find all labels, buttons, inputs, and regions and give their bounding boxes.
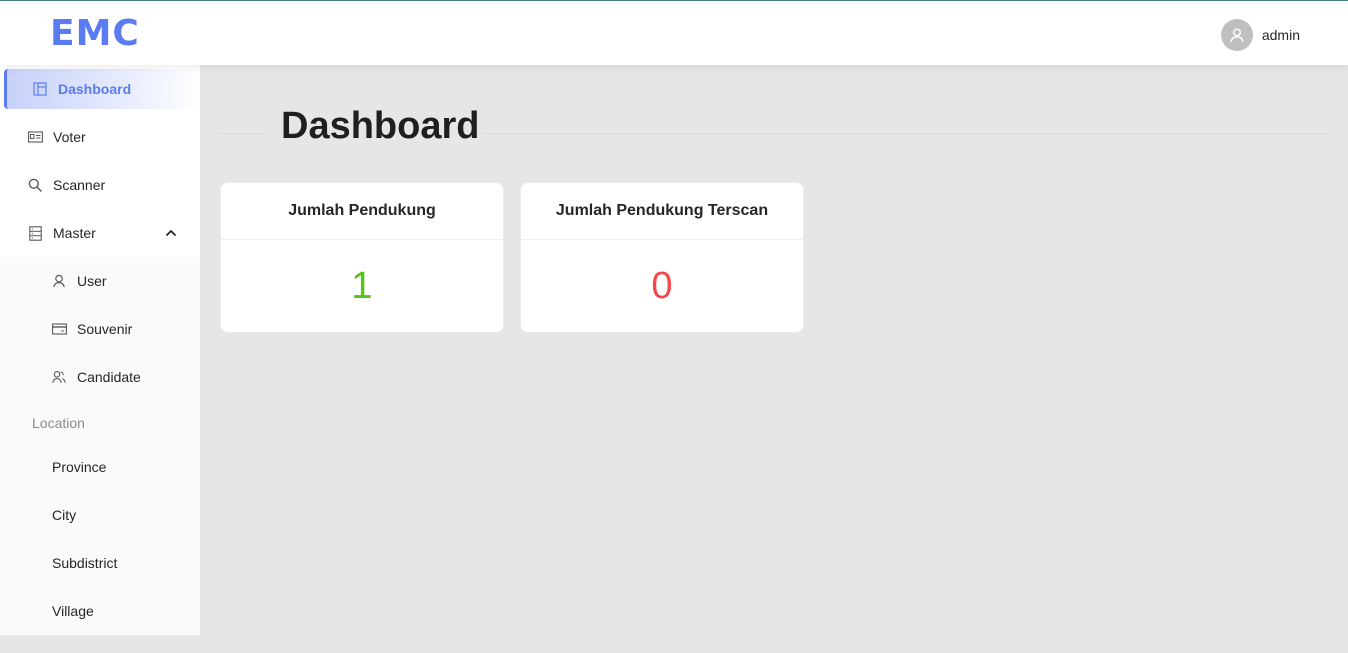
stat-card-scanned-supporters: Jumlah Pendukung Terscan 0 xyxy=(520,182,804,333)
sidebar-item-label: City xyxy=(52,507,77,523)
sidebar-item-label: User xyxy=(77,273,107,289)
app-logo[interactable]: EMC xyxy=(50,13,140,55)
title-divider-left xyxy=(220,133,264,134)
top-accent-line xyxy=(0,0,1348,1)
chevron-up-icon[interactable] xyxy=(164,226,178,240)
card-value: 1 xyxy=(351,264,373,307)
top-header: EMC admin xyxy=(0,1,1348,65)
page-title-row: Dashboard xyxy=(220,100,1328,160)
sidebar-item-subdistrict[interactable]: Subdistrict xyxy=(0,543,200,583)
sidebar-item-label: Province xyxy=(52,459,107,475)
sidebar-item-label: Candidate xyxy=(77,369,141,385)
sidebar-item-label: Dashboard xyxy=(58,81,132,97)
avatar[interactable] xyxy=(1220,19,1253,51)
sidebar-item-souvenir[interactable]: Souvenir xyxy=(0,309,200,349)
stat-card-supporters: Jumlah Pendukung 1 xyxy=(220,182,504,333)
sidebar-item-scanner[interactable]: Scanner xyxy=(0,165,200,205)
database-icon xyxy=(27,225,43,241)
card-title: Jumlah Pendukung xyxy=(221,183,503,240)
user-menu[interactable]: admin xyxy=(1220,19,1300,51)
location-group-title: Location xyxy=(32,415,85,431)
sidebar: Dashboard Voter Scanner Master User Souv… xyxy=(0,65,200,635)
username-label[interactable]: admin xyxy=(1262,27,1300,43)
sidebar-item-label: Souvenir xyxy=(77,321,133,337)
sidebar-item-label: Scanner xyxy=(53,177,106,193)
sidebar-item-city[interactable]: City xyxy=(0,495,200,535)
sidebar-item-label: Subdistrict xyxy=(52,555,118,571)
title-divider-right xyxy=(484,133,1328,134)
sidebar-item-candidate[interactable]: Candidate xyxy=(0,357,200,397)
team-icon xyxy=(51,369,67,385)
sidebar-item-user[interactable]: User xyxy=(0,261,200,301)
credit-card-icon xyxy=(51,321,67,337)
sidebar-item-master[interactable]: Master xyxy=(0,213,200,253)
card-title: Jumlah Pendukung Terscan xyxy=(521,183,803,240)
page-title: Dashboard xyxy=(281,105,480,147)
search-icon xyxy=(27,177,43,193)
sidebar-item-label: Voter xyxy=(53,129,86,145)
sidebar-item-label: Village xyxy=(52,603,94,619)
id-card-icon xyxy=(27,129,43,145)
card-value: 0 xyxy=(651,264,673,307)
sidebar-item-voter[interactable]: Voter xyxy=(0,117,200,157)
user-avatar-icon xyxy=(1230,28,1244,43)
sidebar-item-village[interactable]: Village xyxy=(0,591,200,631)
user-icon xyxy=(51,273,67,289)
dashboard-icon xyxy=(32,81,48,97)
sidebar-item-label: Master xyxy=(53,225,96,241)
sidebar-item-province[interactable]: Province xyxy=(0,447,200,487)
sidebar-item-dashboard[interactable]: Dashboard xyxy=(4,69,200,109)
